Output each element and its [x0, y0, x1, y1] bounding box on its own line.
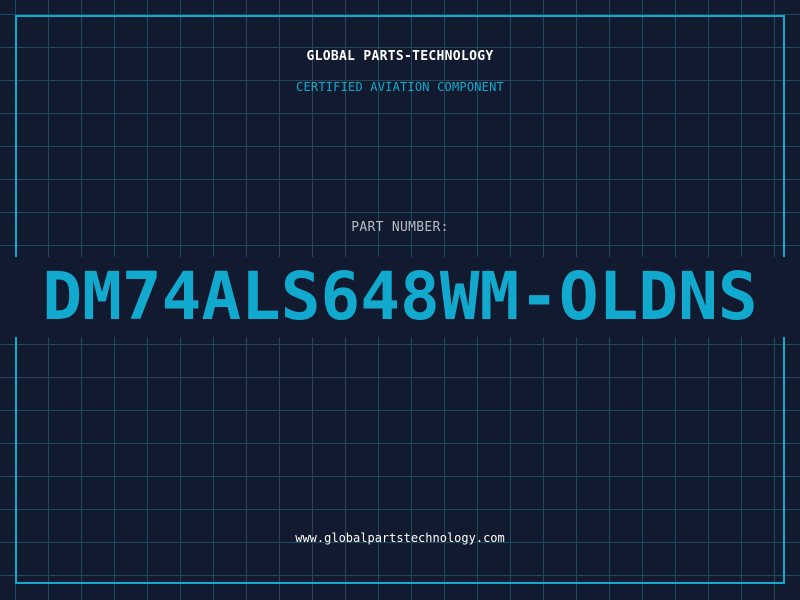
part-number-label: PART NUMBER: — [351, 220, 449, 235]
certification-subtitle: CERTIFIED AVIATION COMPONENT — [296, 80, 504, 94]
part-number-value: DM74ALS648WM-OLDNS — [42, 258, 758, 335]
certificate-canvas: GLOBAL PARTS-TECHNOLOGY CERTIFIED AVIATI… — [0, 0, 800, 600]
company-name: GLOBAL PARTS-TECHNOLOGY — [306, 49, 494, 64]
website-url: www.globalpartstechnology.com — [295, 531, 505, 545]
